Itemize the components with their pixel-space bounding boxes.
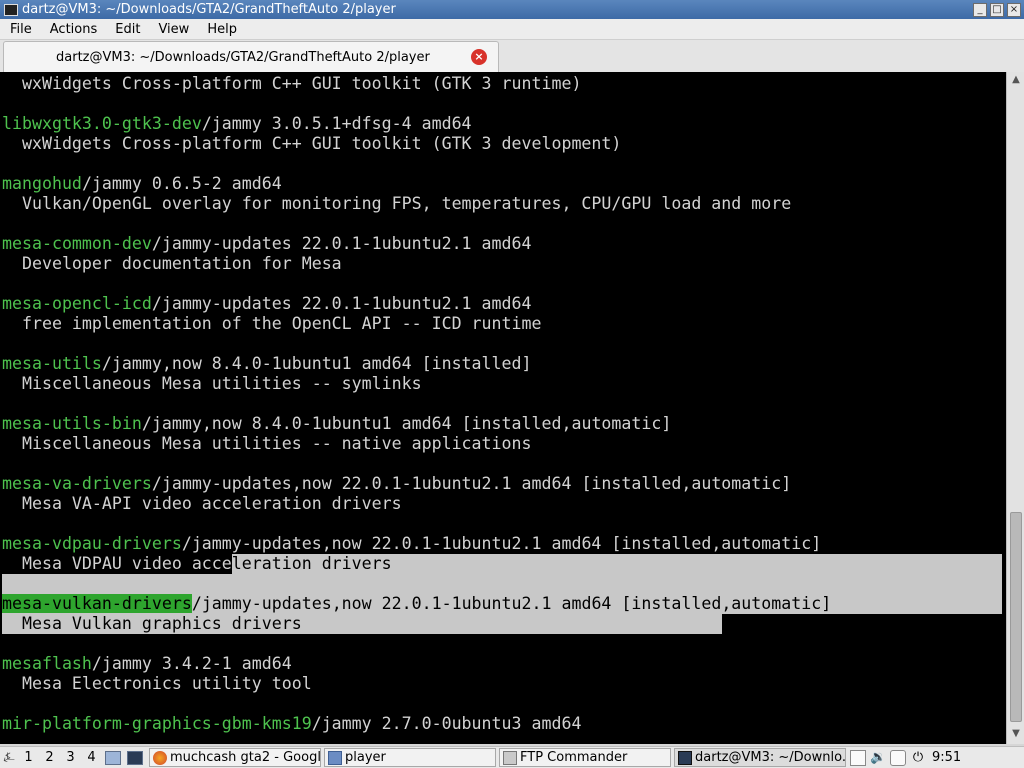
scrollbar-thumb[interactable] [1010,512,1022,722]
terminal-line: wxWidgets Cross-platform C++ GUI toolkit… [2,74,581,94]
tab-label: dartz@VM3: ~/Downloads/GTA2/GrandTheftAu… [56,50,430,65]
package-info: Miscellaneous Mesa utilities -- native a… [2,434,532,453]
package-info: /jammy-updates,now 22.0.1-1ubuntu2.1 amd… [181,534,822,553]
terminal-line: mesa-opencl-icd/jammy-updates 22.0.1-1ub… [2,294,532,314]
window-title: dartz@VM3: ~/Downloads/GTA2/GrandTheftAu… [22,2,396,17]
package-name: mir-platform-graphics-gbm-kms19 [2,714,312,733]
tab-bar: dartz@VM3: ~/Downloads/GTA2/GrandTheftAu… [0,40,1024,72]
file-manager-launcher-icon[interactable] [105,750,121,765]
menu-edit[interactable]: Edit [105,22,148,37]
terminal-line: Mesa VDPAU video acceleration drivers [2,554,392,574]
terminal-line: mesa-utils/jammy,now 8.4.0-1ubuntu1 amd6… [2,354,532,374]
terminal-line: free implementation of the OpenCL API --… [2,314,542,334]
package-info: wxWidgets Cross-platform C++ GUI toolkit… [2,134,622,153]
package-info: /jammy 2.7.0-0ubuntu3 amd64 [311,714,582,733]
menu-file[interactable]: File [0,22,40,37]
package-info: /jammy,now 8.4.0-1ubuntu1 amd64 [install… [101,354,532,373]
menu-view[interactable]: View [148,22,197,37]
package-info: Mesa VDPAU video acce [2,554,232,573]
task-player-folder[interactable]: player [324,748,496,767]
package-name: mesa-opencl-icd [2,294,152,313]
scroll-down-arrow-icon[interactable]: ▼ [1010,728,1022,740]
clock: 9:51 [932,750,962,765]
terminal-line: Miscellaneous Mesa utilities -- native a… [2,434,532,454]
terminal-line: wxWidgets Cross-platform C++ GUI toolkit… [2,134,621,154]
ftp-icon [503,750,517,765]
tab-close-icon[interactable]: × [471,49,487,65]
terminal-line: mesaflash/jammy 3.4.2-1 amd64 [2,654,292,674]
terminal-line: mesa-common-dev/jammy-updates 22.0.1-1ub… [2,234,532,254]
terminal-tab[interactable]: dartz@VM3: ~/Downloads/GTA2/GrandTheftAu… [3,41,499,72]
close-button[interactable]: × [1007,2,1021,17]
terminal-output[interactable]: wxWidgets Cross-platform C++ GUI toolkit… [0,72,1006,744]
menu-bar: File Actions Edit View Help [0,19,1024,40]
power-icon[interactable]: ⏻ [910,750,926,766]
terminal-line: Vulkan/OpenGL overlay for monitoring FPS… [2,194,791,214]
workspace-4[interactable]: 4 [81,750,102,765]
package-name: mesa-va-drivers [2,474,152,493]
package-info: wxWidgets Cross-platform C++ GUI toolkit… [2,74,582,93]
terminal-line: mesa-vulkan-drivers/jammy-updates,now 22… [2,594,831,614]
selected-text: Mesa Vulkan graphics drivers [2,614,302,633]
terminal-line: mesa-va-drivers/jammy-updates,now 22.0.1… [2,474,791,494]
terminal-app-icon [4,3,18,16]
package-name: mesa-utils [2,354,102,373]
task-ftp-commander[interactable]: FTP Commander [499,748,671,767]
package-info: /jammy-updates 22.0.1-1ubuntu2.1 amd64 [151,234,532,253]
taskbar: ⍼ 1 2 3 4 muchcash gta2 - Googl... playe… [0,746,1024,768]
terminal-line: mir-platform-graphics-gbm-kms19/jammy 2.… [2,714,581,734]
package-info: /jammy 3.4.2-1 amd64 [91,654,292,673]
menu-help[interactable]: Help [197,22,245,37]
terminal-line: Miscellaneous Mesa utilities -- symlinks [2,374,422,394]
clipboard-tray-icon[interactable] [850,749,866,766]
workspace-1[interactable]: 1 [18,750,39,765]
package-name: mesa-common-dev [2,234,152,253]
package-info: /jammy-updates 22.0.1-1ubuntu2.1 amd64 [151,294,532,313]
selected-text: leration drivers [231,554,392,573]
terminal-launcher-icon[interactable] [127,750,143,765]
maximize-button[interactable]: □ [990,2,1004,17]
menu-launcher-icon[interactable]: ⍼ [0,750,18,765]
package-info: /jammy,now 8.4.0-1ubuntu1 amd64 [install… [141,414,672,433]
folder-icon [328,750,342,765]
terminal-line: Mesa VA-API video acceleration drivers [2,494,402,514]
task-firefox[interactable]: muchcash gta2 - Googl... [149,748,321,767]
package-name: mesa-vulkan-drivers [2,594,192,613]
terminal-line: mesa-vdpau-drivers/jammy-updates,now 22.… [2,534,821,554]
task-terminal[interactable]: dartz@VM3: ~/Downlo... [674,748,846,767]
package-info: Mesa Electronics utility tool [2,674,312,693]
selected-text: /jammy-updates,now 22.0.1-1ubuntu2.1 amd… [191,594,832,613]
package-info: Miscellaneous Mesa utilities -- symlinks [2,374,422,393]
package-name: mesa-utils-bin [2,414,142,433]
scroll-up-arrow-icon[interactable]: ▲ [1010,74,1022,86]
package-info: free implementation of the OpenCL API --… [2,314,542,333]
package-info: /jammy 3.0.5.1+dfsg-4 amd64 [201,114,472,133]
package-name: mangohud [2,174,82,193]
terminal-line: mesa-utils-bin/jammy,now 8.4.0-1ubuntu1 … [2,414,671,434]
package-info: Vulkan/OpenGL overlay for monitoring FPS… [2,194,792,213]
notes-tray-icon[interactable] [890,749,906,766]
package-name: mesaflash [2,654,92,673]
package-info: Mesa VA-API video acceleration drivers [2,494,402,513]
terminal-line: mangohud/jammy 0.6.5-2 amd64 [2,174,282,194]
firefox-icon [153,750,167,765]
terminal-line: Mesa Electronics utility tool [2,674,312,694]
terminal-icon [678,750,692,765]
package-info: Developer documentation for Mesa [2,254,342,273]
terminal-line: Developer documentation for Mesa [2,254,342,274]
package-info: /jammy 0.6.5-2 amd64 [81,174,282,193]
minimize-button[interactable]: _ [973,2,987,17]
terminal-line: Mesa Vulkan graphics drivers [2,614,302,634]
selection-highlight [2,574,1002,594]
menu-actions[interactable]: Actions [40,22,106,37]
package-info: /jammy-updates,now 22.0.1-1ubuntu2.1 amd… [151,474,792,493]
workspace-3[interactable]: 3 [60,750,81,765]
terminal-line: libwxgtk3.0-gtk3-dev/jammy 3.0.5.1+dfsg-… [2,114,472,134]
package-name: libwxgtk3.0-gtk3-dev [2,114,202,133]
package-name: mesa-vdpau-drivers [2,534,182,553]
terminal-scrollbar[interactable]: ▲ ▼ [1006,72,1024,744]
window-titlebar[interactable]: dartz@VM3: ~/Downloads/GTA2/GrandTheftAu… [0,0,1024,19]
workspace-2[interactable]: 2 [39,750,60,765]
volume-icon[interactable]: 🔉 [870,750,886,766]
